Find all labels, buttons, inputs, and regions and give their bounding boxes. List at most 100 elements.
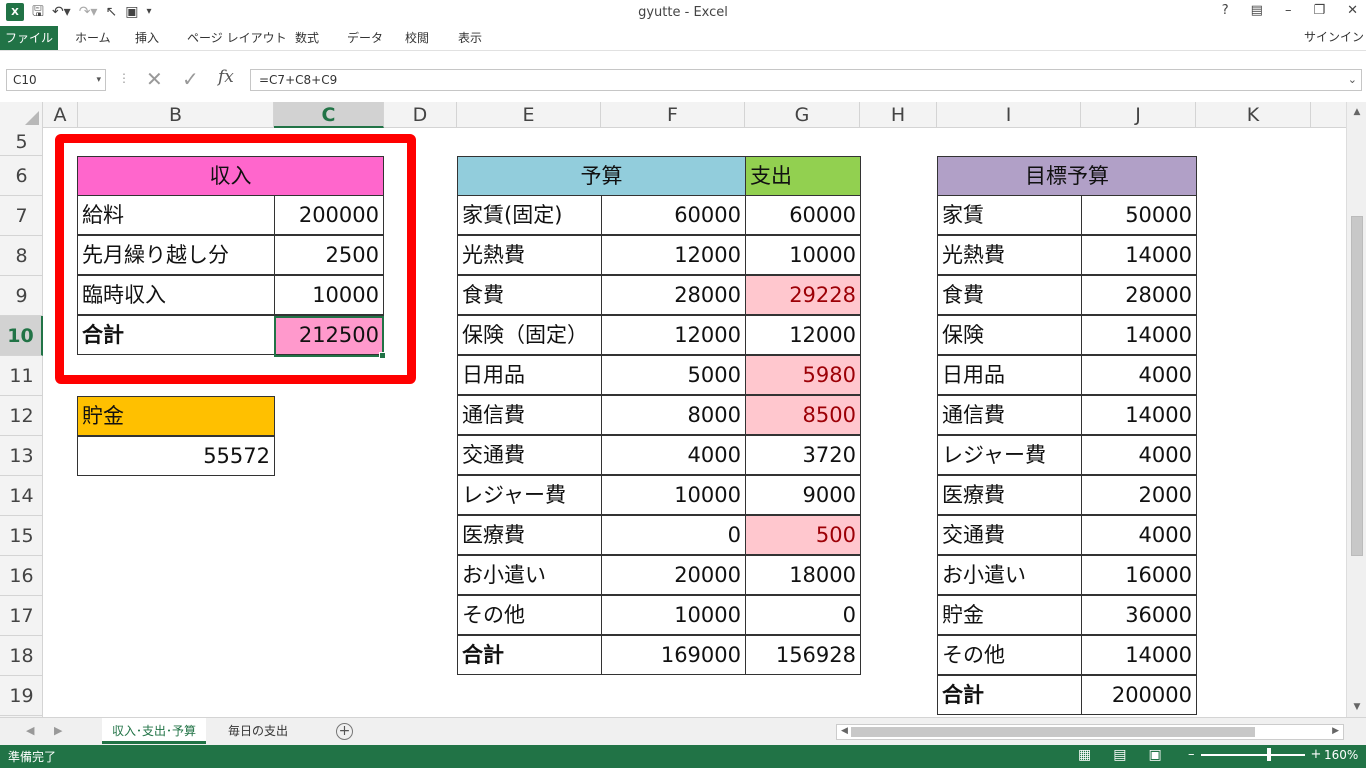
savings-header-cell[interactable]: 貯金 <box>77 396 275 436</box>
row-header-8[interactable]: 8 <box>0 236 43 276</box>
vertical-scroll-thumb[interactable] <box>1351 216 1363 556</box>
target-value-cell[interactable]: 14000 <box>1081 635 1197 675</box>
close-icon[interactable]: ✕ <box>1347 3 1358 18</box>
scroll-up-icon[interactable]: ▲ <box>1351 106 1363 118</box>
income-header-cell[interactable]: 収入 <box>77 156 384 196</box>
spend-value-cell[interactable]: 3720 <box>745 435 861 475</box>
budget-label-cell[interactable]: 保険（固定） <box>457 315 602 355</box>
budget-value-cell[interactable]: 169000 <box>601 635 746 675</box>
target-label-cell[interactable]: レジャー費 <box>937 435 1082 475</box>
row-header-14[interactable]: 14 <box>0 476 43 516</box>
target-value-cell[interactable]: 14000 <box>1081 235 1197 275</box>
row-header-19[interactable]: 19 <box>0 676 43 716</box>
budget-label-cell[interactable]: お小遣い <box>457 555 602 595</box>
budget-value-cell[interactable]: 28000 <box>601 275 746 315</box>
name-box-dropdown-icon[interactable]: ▾ <box>96 70 101 90</box>
add-sheet-icon[interactable]: + <box>336 723 353 740</box>
target-value-cell[interactable]: 14000 <box>1081 395 1197 435</box>
row-header-11[interactable]: 11 <box>0 356 43 396</box>
target-label-cell[interactable]: 医療費 <box>937 475 1082 515</box>
column-header-h[interactable]: H <box>860 102 937 128</box>
spend-value-cell[interactable]: 12000 <box>745 315 861 355</box>
budget-value-cell[interactable]: 5000 <box>601 355 746 395</box>
vertical-scrollbar[interactable]: ▲ ▼ <box>1346 102 1366 717</box>
budget-value-cell[interactable]: 12000 <box>601 315 746 355</box>
insert-function-icon[interactable]: fx <box>218 67 234 87</box>
row-header-5[interactable]: 5 <box>0 128 43 156</box>
income-total-label-cell[interactable]: 合計 <box>77 315 275 355</box>
target-value-cell[interactable]: 50000 <box>1081 195 1197 235</box>
zoom-percentage[interactable]: 160% <box>1324 748 1358 762</box>
budget-label-cell[interactable]: 家賃(固定) <box>457 195 602 235</box>
spend-value-cell[interactable]: 18000 <box>745 555 861 595</box>
target-label-cell[interactable]: その他 <box>937 635 1082 675</box>
income-total-value-cell[interactable]: 212500 <box>274 315 384 355</box>
scroll-down-icon[interactable]: ▼ <box>1351 701 1363 713</box>
horizontal-scroll-thumb[interactable] <box>851 727 1255 737</box>
normal-view-icon[interactable]: ▦ <box>1078 747 1091 763</box>
row-header-18[interactable]: 18 <box>0 636 43 676</box>
income-label-cell[interactable]: 先月繰り越し分 <box>77 235 275 275</box>
spend-value-cell[interactable]: 0 <box>745 595 861 635</box>
target-value-cell[interactable]: 200000 <box>1081 675 1197 715</box>
sheet-tab-income-spend-budget[interactable]: 収入･支出･予算 <box>102 718 207 744</box>
budget-label-cell[interactable]: レジャー費 <box>457 475 602 515</box>
budget-label-cell[interactable]: その他 <box>457 595 602 635</box>
row-header-16[interactable]: 16 <box>0 556 43 596</box>
budget-value-cell[interactable]: 20000 <box>601 555 746 595</box>
budget-value-cell[interactable]: 60000 <box>601 195 746 235</box>
budget-value-cell[interactable]: 4000 <box>601 435 746 475</box>
scroll-left-icon[interactable]: ◀ <box>841 726 848 736</box>
spend-over-budget-cell[interactable]: 500 <box>745 515 861 555</box>
target-label-cell[interactable]: 交通費 <box>937 515 1082 555</box>
horizontal-scrollbar[interactable]: ◀ ▶ <box>836 724 1344 740</box>
target-value-cell[interactable]: 2000 <box>1081 475 1197 515</box>
select-all-corner[interactable] <box>0 102 43 128</box>
column-header-b[interactable]: B <box>78 102 274 128</box>
row-header-13[interactable]: 13 <box>0 436 43 476</box>
help-icon[interactable]: ? <box>1222 3 1229 18</box>
target-value-cell[interactable]: 4000 <box>1081 435 1197 475</box>
budget-value-cell[interactable]: 10000 <box>601 475 746 515</box>
target-header-cell[interactable]: 目標予算 <box>937 156 1197 196</box>
budget-label-cell[interactable]: 医療費 <box>457 515 602 555</box>
row-header-17[interactable]: 17 <box>0 596 43 636</box>
column-header-j[interactable]: J <box>1081 102 1196 128</box>
column-header-g[interactable]: G <box>745 102 860 128</box>
spend-over-budget-cell[interactable]: 8500 <box>745 395 861 435</box>
budget-label-cell[interactable]: 日用品 <box>457 355 602 395</box>
column-header-a[interactable]: A <box>43 102 78 128</box>
spend-value-cell[interactable]: 156928 <box>745 635 861 675</box>
target-value-cell[interactable]: 36000 <box>1081 595 1197 635</box>
budget-label-cell[interactable]: 通信費 <box>457 395 602 435</box>
row-header-6[interactable]: 6 <box>0 156 43 196</box>
target-value-cell[interactable]: 14000 <box>1081 315 1197 355</box>
row-header-10[interactable]: 10 <box>0 316 43 356</box>
tab-review[interactable]: 校閲 <box>405 29 429 49</box>
page-break-view-icon[interactable]: ▣ <box>1148 747 1161 763</box>
tab-page-layout[interactable]: ページ レイアウト <box>187 29 287 49</box>
income-label-cell[interactable]: 給料 <box>77 195 275 235</box>
row-header-7[interactable]: 7 <box>0 196 43 236</box>
row-header-15[interactable]: 15 <box>0 516 43 556</box>
column-header-c[interactable]: C <box>274 102 384 128</box>
budget-total-label-cell[interactable]: 合計 <box>457 635 602 675</box>
tab-file[interactable]: ファイル <box>0 26 58 50</box>
income-value-cell[interactable]: 200000 <box>274 195 384 235</box>
zoom-slider[interactable] <box>1200 747 1305 761</box>
formula-input[interactable]: =C7+C8+C9 ⌄ <box>250 69 1362 91</box>
target-value-cell[interactable]: 4000 <box>1081 515 1197 555</box>
ribbon-display-icon[interactable]: ▤ <box>1251 3 1263 18</box>
savings-value-cell[interactable]: 55572 <box>77 436 275 476</box>
spend-over-budget-cell[interactable]: 5980 <box>745 355 861 395</box>
budget-value-cell[interactable]: 10000 <box>601 595 746 635</box>
budget-header-cell[interactable]: 予算 <box>457 156 746 196</box>
signin-link[interactable]: サインイン <box>1304 28 1364 45</box>
budget-value-cell[interactable]: 0 <box>601 515 746 555</box>
zoom-out-icon[interactable]: – <box>1188 747 1195 762</box>
sheet-prev-icon[interactable]: ◀ <box>26 724 34 737</box>
restore-icon[interactable]: ❐ <box>1313 3 1325 18</box>
sheet-tab-daily-spend[interactable]: 毎日の支出 <box>218 718 298 744</box>
target-value-cell[interactable]: 16000 <box>1081 555 1197 595</box>
target-label-cell[interactable]: 貯金 <box>937 595 1082 635</box>
